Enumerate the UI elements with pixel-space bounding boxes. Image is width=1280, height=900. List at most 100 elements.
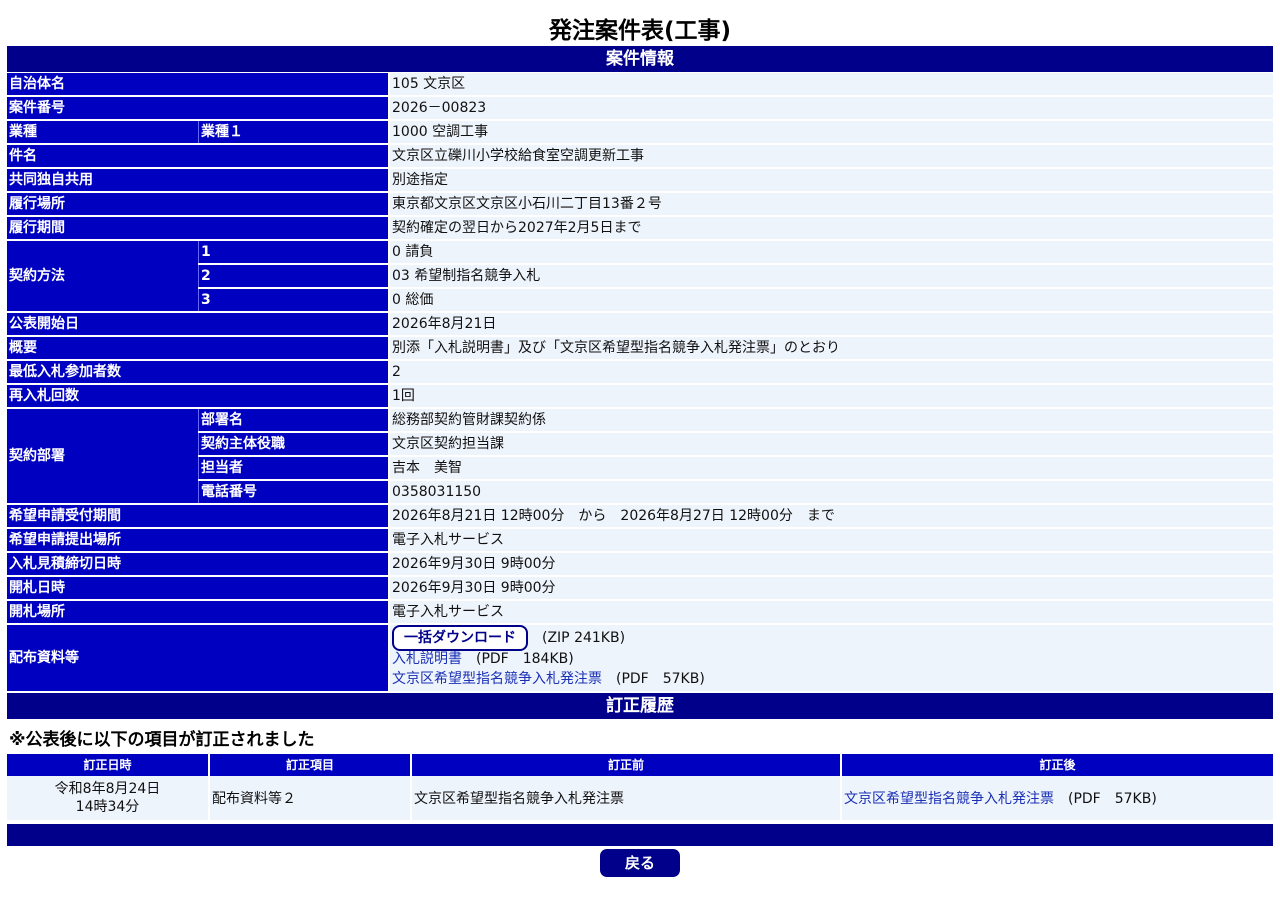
row-bid-deadline: 入札見積締切日時 2026年9月30日 9時00分 — [7, 553, 1273, 575]
value-apply-place: 電子入札サービス — [388, 529, 1273, 551]
value-overview: 別添「入札説明書」及び「文京区希望型指名競争入札発注票」のとおり — [388, 337, 1273, 359]
value-contract-method-2: 03 希望制指名競争入札 — [388, 265, 1273, 287]
value-person: 吉本 美智 — [388, 457, 1273, 479]
history-header-after: 訂正後 — [842, 754, 1273, 776]
sublabel-industry: 業種１ — [198, 121, 388, 143]
file-size-order-sheet: (PDF 57KB) — [616, 671, 705, 687]
value-contract-method-1: 0 請負 — [388, 241, 1273, 263]
value-municipality: 105 文京区 — [388, 73, 1273, 95]
row-case-number: 案件番号 2026－00823 — [7, 97, 1273, 119]
row-contract-method-1: 契約方法 1 0 請負 — [7, 241, 1273, 311]
label-joint: 共同独自共用 — [7, 169, 388, 191]
download-all-button[interactable]: 一括ダウンロード — [392, 625, 528, 651]
value-period: 契約確定の翌日から2027年2月5日まで — [388, 217, 1273, 239]
info-table: 自治体名 105 文京区 案件番号 2026－00823 業種 業種１ 1000… — [7, 71, 1273, 693]
history-header-before: 訂正前 — [412, 754, 840, 776]
sublabel-contract-role: 契約主体役職 — [198, 433, 388, 455]
row-period: 履行期間 契約確定の翌日から2027年2月5日まで — [7, 217, 1273, 239]
value-dept-name: 総務部契約管財課契約係 — [388, 409, 1273, 431]
sublabel-contract-method-3: 3 — [198, 289, 388, 311]
value-apply-period: 2026年8月21日 12時00分 から 2026年8月27日 12時00分 ま… — [388, 505, 1273, 527]
section-header-info: 案件情報 — [7, 46, 1273, 72]
history-header-item: 訂正項目 — [210, 754, 410, 776]
history-date: 令和8年8月24日 14時34分 — [7, 776, 208, 820]
file-line-1: 入札説明書 (PDF 184KB) — [392, 649, 1271, 669]
bottom-bar — [7, 824, 1273, 846]
row-industry: 業種 業種１ 1000 空調工事 — [7, 121, 1273, 143]
value-bid-deadline: 2026年9月30日 9時00分 — [388, 553, 1273, 575]
row-subject: 件名 文京区立礫川小学校給食室空調更新工事 — [7, 145, 1273, 167]
label-overview: 概要 — [7, 337, 388, 359]
label-opening-date: 開札日時 — [7, 577, 388, 599]
page-title: 発注案件表(工事) — [548, 18, 732, 44]
label-rebid: 再入札回数 — [7, 385, 388, 407]
label-bid-deadline: 入札見積締切日時 — [7, 553, 388, 575]
back-button[interactable]: 戻る — [600, 849, 680, 877]
download-all-line: 一括ダウンロード (ZIP 241KB) — [392, 625, 1271, 651]
history-after-size: (PDF 57KB) — [1068, 791, 1157, 807]
label-materials: 配布資料等 — [7, 625, 388, 691]
history-item: 配布資料等２ — [210, 776, 410, 820]
history-header-row: 訂正日時 訂正項目 訂正前 訂正後 — [7, 754, 1273, 776]
row-place: 履行場所 東京都文京区文京区小石川二丁目13番２号 — [7, 193, 1273, 215]
label-opening-place: 開札場所 — [7, 601, 388, 623]
value-publish-date: 2026年8月21日 — [388, 313, 1273, 335]
sublabel-contract-method-2: 2 — [198, 265, 388, 287]
label-industry: 業種 — [7, 121, 198, 143]
value-contract-method-3: 0 総価 — [388, 289, 1273, 311]
row-opening-date: 開札日時 2026年9月30日 9時00分 — [7, 577, 1273, 599]
history-before: 文京区希望型指名競争入札発注票 — [412, 776, 840, 820]
label-contract-dept: 契約部署 — [7, 409, 198, 503]
row-joint: 共同独自共用 別途指定 — [7, 169, 1273, 191]
history-after-link[interactable]: 文京区希望型指名競争入札発注票 — [844, 791, 1054, 807]
value-contract-role: 文京区契約担当課 — [388, 433, 1273, 455]
label-min-bidders: 最低入札参加者数 — [7, 361, 388, 383]
label-contract-method: 契約方法 — [7, 241, 198, 311]
history-row: 令和8年8月24日 14時34分 配布資料等２ 文京区希望型指名競争入札発注票 … — [7, 776, 1273, 820]
label-case-number: 案件番号 — [7, 97, 388, 119]
row-apply-place: 希望申請提出場所 電子入札サービス — [7, 529, 1273, 551]
row-materials: 配布資料等 一括ダウンロード (ZIP 241KB) 入札説明書 (PDF 184K… — [7, 625, 1273, 691]
value-industry: 1000 空調工事 — [388, 121, 1273, 143]
row-rebid: 再入札回数 1回 — [7, 385, 1273, 407]
row-municipality: 自治体名 105 文京区 — [7, 73, 1273, 95]
history-note: ※公表後に以下の項目が訂正されました — [9, 730, 315, 750]
sublabel-phone: 電話番号 — [198, 481, 388, 503]
section-header-history: 訂正履歴 — [7, 693, 1273, 719]
back-area: 戻る — [7, 849, 1273, 877]
value-case-number: 2026－00823 — [388, 97, 1273, 119]
row-min-bidders: 最低入札参加者数 2 — [7, 361, 1273, 383]
value-place: 東京都文京区文京区小石川二丁目13番２号 — [388, 193, 1273, 215]
row-opening-place: 開札場所 電子入札サービス — [7, 601, 1273, 623]
label-publish-date: 公表開始日 — [7, 313, 388, 335]
value-rebid: 1回 — [388, 385, 1273, 407]
sublabel-dept-name: 部署名 — [198, 409, 388, 431]
label-municipality: 自治体名 — [7, 73, 388, 95]
history-table: 訂正日時 訂正項目 訂正前 訂正後 令和8年8月24日 14時34分 配布資料等… — [5, 754, 1275, 820]
value-materials: 一括ダウンロード (ZIP 241KB) 入札説明書 (PDF 184KB) 文京区… — [388, 625, 1273, 691]
sublabel-person: 担当者 — [198, 457, 388, 479]
label-apply-period: 希望申請受付期間 — [7, 505, 388, 527]
row-apply-period: 希望申請受付期間 2026年8月21日 12時00分 から 2026年8月27日… — [7, 505, 1273, 527]
value-subject: 文京区立礫川小学校給食室空調更新工事 — [388, 145, 1273, 167]
value-min-bidders: 2 — [388, 361, 1273, 383]
value-opening-date: 2026年9月30日 9時00分 — [388, 577, 1273, 599]
sublabel-contract-method-1: 1 — [198, 241, 388, 263]
history-date-line2: 14時34分 — [75, 799, 140, 815]
row-publish-date: 公表開始日 2026年8月21日 — [7, 313, 1273, 335]
download-all-size: (ZIP 241KB) — [542, 630, 626, 646]
label-apply-place: 希望申請提出場所 — [7, 529, 388, 551]
history-after: 文京区希望型指名競争入札発注票 (PDF 57KB) — [842, 776, 1273, 820]
file-size-bid-description: (PDF 184KB) — [476, 651, 574, 667]
history-header-date: 訂正日時 — [7, 754, 208, 776]
file-line-2: 文京区希望型指名競争入札発注票 (PDF 57KB) — [392, 669, 1271, 691]
label-subject: 件名 — [7, 145, 388, 167]
file-link-order-sheet[interactable]: 文京区希望型指名競争入札発注票 — [392, 671, 602, 687]
value-opening-place: 電子入札サービス — [388, 601, 1273, 623]
value-joint: 別途指定 — [388, 169, 1273, 191]
value-phone: 0358031150 — [388, 481, 1273, 503]
history-date-line1: 令和8年8月24日 — [54, 781, 161, 797]
file-link-bid-description[interactable]: 入札説明書 — [392, 651, 462, 667]
label-place: 履行場所 — [7, 193, 388, 215]
label-period: 履行期間 — [7, 217, 388, 239]
